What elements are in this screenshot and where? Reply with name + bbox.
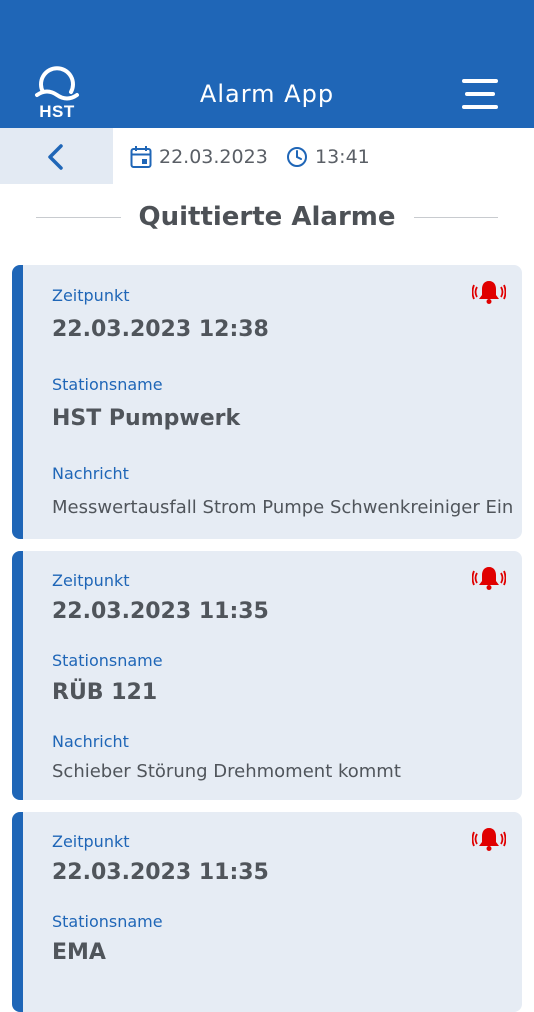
message-label: Nachricht xyxy=(52,464,129,483)
alarm-card[interactable]: Zeitpunkt 22.03.2023 12:38 Stationsname … xyxy=(12,265,522,539)
station-value: HST Pumpwerk xyxy=(52,406,241,431)
timestamp-label: Zeitpunkt xyxy=(52,286,130,305)
date-time-bar: 22.03.2023 13:41 xyxy=(0,128,534,184)
station-label: Stationsname xyxy=(52,375,163,394)
back-button[interactable] xyxy=(0,128,113,184)
page-title: Quittierte Alarme xyxy=(138,202,396,232)
app-header: HST Alarm App xyxy=(0,0,534,128)
alarm-card[interactable]: Zeitpunkt 22.03.2023 11:35 Stationsname … xyxy=(12,551,522,800)
timestamp-value: 22.03.2023 11:35 xyxy=(52,860,269,885)
timestamp-value: 22.03.2023 11:35 xyxy=(52,599,269,624)
divider-right xyxy=(413,216,498,218)
alarm-bell-icon xyxy=(472,828,506,851)
message-label: Nachricht xyxy=(52,732,129,751)
timestamp-value: 22.03.2023 12:38 xyxy=(52,317,269,342)
app-title: Alarm App xyxy=(199,80,335,108)
station-label: Stationsname xyxy=(52,651,163,670)
time-text: 13:41 xyxy=(315,146,370,168)
alarm-card[interactable]: Zeitpunkt 22.03.2023 11:35 Stationsname … xyxy=(12,812,522,1012)
station-value: RÜB 121 xyxy=(52,680,158,705)
hamburger-menu-icon[interactable] xyxy=(462,79,498,109)
timestamp-label: Zeitpunkt xyxy=(52,571,130,590)
message-value: Schieber Störung Drehmoment kommt xyxy=(52,761,401,782)
station-value: EMA xyxy=(52,940,106,965)
clock-icon xyxy=(287,147,307,167)
alarm-bell-icon xyxy=(472,281,506,304)
message-value: Messwertausfall Strom Pumpe Schwenkreini… xyxy=(52,497,514,518)
current-time: 13:41 xyxy=(286,144,370,170)
current-date: 22.03.2023 xyxy=(130,144,268,170)
chevron-left-icon xyxy=(48,144,63,170)
station-label: Stationsname xyxy=(52,912,163,931)
calendar-icon xyxy=(130,146,152,168)
section-heading: Quittierte Alarme xyxy=(36,196,498,238)
alarm-bell-icon xyxy=(472,567,506,590)
divider-left xyxy=(36,216,121,218)
timestamp-label: Zeitpunkt xyxy=(52,832,130,851)
date-text: 22.03.2023 xyxy=(159,146,268,168)
